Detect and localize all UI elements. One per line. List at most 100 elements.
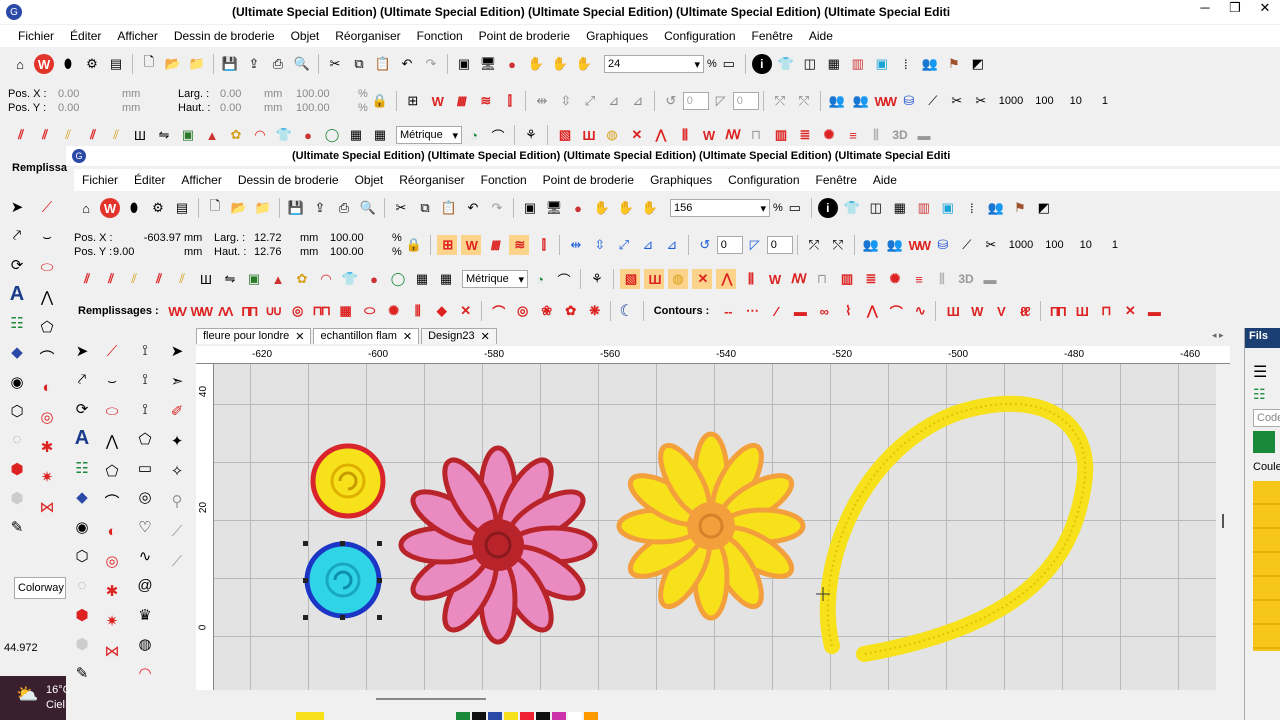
ellipse-icon[interactable]: ⬭ — [34, 254, 60, 280]
shirt-green-icon[interactable]: 👕 — [274, 125, 294, 145]
contour-arc-icon[interactable]: ⌒ — [885, 301, 905, 321]
split-icon[interactable]: ◐ — [34, 374, 60, 400]
hoop-icon[interactable]: ◫ — [800, 54, 820, 74]
inner-cap-icon[interactable]: ◠ — [316, 269, 336, 289]
inner-shirt-green-icon[interactable]: 👕 — [340, 269, 360, 289]
contour-slash-icon[interactable]: ⁄⁄ — [765, 301, 785, 321]
inner-hexagon-red-icon[interactable]: ⬢ — [69, 602, 95, 627]
color-balls-icon[interactable]: ● — [502, 54, 522, 74]
inner-print-icon[interactable]: ⎙ — [334, 198, 354, 218]
align-icon[interactable]: ⊞ — [403, 91, 423, 111]
menu-configuration[interactable]: Configuration — [656, 29, 743, 43]
inner-star-tool-icon[interactable]: ✷ — [99, 608, 125, 634]
select-arrow-icon[interactable]: ➤ — [4, 194, 30, 219]
inner-satin-icon[interactable]: ///// — [485, 235, 505, 255]
contour-teeth-icon[interactable]: ΠΠ — [1047, 301, 1067, 321]
needle-icon[interactable]: ⟋ — [923, 91, 943, 111]
contour-dash-icon[interactable]: - - — [717, 301, 737, 321]
inner-stack-icon[interactable]: ▤ — [172, 198, 192, 218]
flower-tool-icon[interactable]: ✱ — [34, 434, 60, 460]
palette-swatch[interactable] — [520, 712, 534, 720]
node-icon[interactable]: ⋈ — [34, 494, 60, 520]
inner-wave-icon[interactable]: WW — [909, 235, 932, 255]
yellow-daisy-motif[interactable] — [616, 431, 806, 621]
fan-fill-icon[interactable]: ⋀ — [650, 125, 670, 145]
outer-count-1000[interactable]: 1000 — [999, 95, 1023, 107]
wave-icon[interactable]: WW — [875, 91, 898, 111]
inner-ellipse-icon[interactable]: ⬭ — [99, 398, 125, 424]
inner-fan-fill-icon[interactable]: ⋀ — [716, 269, 736, 289]
rows-icon[interactable]: ⫼ — [674, 125, 694, 145]
copy-icon[interactable]: ⧉ — [349, 54, 369, 74]
contour-loop-icon[interactable]: ℓℓ — [1014, 301, 1034, 321]
contour-comb-icon[interactable]: Ш — [1071, 301, 1091, 321]
inner-dotted-grid-icon[interactable]: ⁞ — [962, 198, 982, 218]
inner-menu-objet[interactable]: Objet — [347, 173, 392, 187]
inner-count-10[interactable]: 10 — [1080, 239, 1092, 251]
inner-polygon-icon[interactable]: ⬠ — [99, 458, 125, 484]
inner-menu-fenetre[interactable]: Fenêtre — [808, 173, 865, 187]
minimize-button[interactable]: ─ — [1190, 0, 1220, 16]
trident-icon[interactable]: Ш — [130, 125, 150, 145]
grid-alt-icon[interactable]: ▦ — [370, 125, 390, 145]
menu-dessin-de-broderie[interactable]: Dessin de broderie — [166, 29, 283, 43]
inner-arrange-alt-icon[interactable]: ⤲ — [828, 235, 848, 255]
inner-frame-icon[interactable]: ▣ — [938, 198, 958, 218]
circle-fill-icon[interactable]: ◍ — [602, 125, 622, 145]
outer-scale-y[interactable]: 100.00 — [296, 102, 330, 114]
vertical-scrollbar[interactable] — [1216, 364, 1230, 690]
inner-menu-dessin-de-broderie[interactable]: Dessin de broderie — [230, 173, 347, 187]
contour-wave-icon[interactable]: ∿ — [909, 301, 929, 321]
open-dropdown-icon[interactable]: 📁 — [187, 54, 207, 74]
cap-icon[interactable]: ◠ — [250, 125, 270, 145]
inner-measure-icon[interactable]: ◔ — [530, 269, 550, 289]
inner-scale-x[interactable]: 100.00 — [330, 232, 364, 244]
palette-swatch[interactable] — [456, 712, 470, 720]
inner-x-fill-icon[interactable]: ✕ — [692, 269, 712, 289]
moon-icon[interactable]: ☾ — [617, 301, 637, 321]
properties-icon[interactable]: ▭ — [719, 54, 739, 74]
horizontal-scrollbar[interactable] — [196, 690, 1230, 704]
inner-rows-icon[interactable]: ⫼ — [740, 269, 760, 289]
freehand-icon[interactable]: ∿ — [132, 543, 158, 568]
text-a-icon[interactable]: A — [4, 282, 30, 307]
color-pick-icon[interactable]: ✐ — [164, 398, 190, 424]
tool-gray-icon[interactable]: ⚲ — [164, 488, 190, 514]
draw-line-icon[interactable]: ⟋ — [34, 194, 60, 220]
yellow-satin-curve[interactable] — [819, 395, 1094, 662]
ring-icon[interactable]: ◯ — [322, 125, 342, 145]
inner-gray-fill-icon[interactable]: ⊓ — [812, 269, 832, 289]
fill-w-icon[interactable]: WW — [190, 301, 213, 321]
inner-grid-icon[interactable]: ▦ — [412, 269, 432, 289]
star-icon[interactable]: ✿ — [226, 125, 246, 145]
palette-swatch[interactable] — [488, 712, 502, 720]
contour-thick-icon[interactable]: ▬ — [789, 301, 809, 321]
polygon-icon[interactable]: ⬠ — [34, 314, 60, 340]
stack-lines-icon[interactable]: ≡ — [842, 125, 862, 145]
inner-people-icon[interactable]: 👥 — [986, 198, 1006, 218]
crown-icon[interactable]: ♛ — [132, 602, 158, 627]
menu-fonction[interactable]: Fonction — [409, 29, 471, 43]
inner-outline-fill-icon[interactable]: ⫽ — [124, 269, 144, 289]
inner-rotate-input[interactable]: 0 — [716, 236, 743, 254]
inner-align-icon[interactable]: ⊞ — [436, 235, 457, 255]
skew-alt-icon[interactable]: ⊿ — [628, 91, 648, 111]
grid-view-icon[interactable]: ▦ — [824, 54, 844, 74]
inner-gray-grid-icon[interactable]: ⫼ — [932, 269, 952, 289]
people-icon[interactable]: 👥 — [920, 54, 940, 74]
inner-hand-alt-icon[interactable]: ✋ — [616, 198, 636, 218]
slant-icon[interactable]: ◸ — [711, 91, 731, 111]
tatami-fill-icon[interactable]: ⫽ — [34, 125, 54, 145]
inner-save-icon[interactable]: 💾 — [286, 198, 306, 218]
menu-fenetre[interactable]: Fenêtre — [744, 29, 801, 43]
fill-oval-icon[interactable]: ⬭ — [359, 301, 379, 321]
pen-icon[interactable]: ✎ — [4, 515, 30, 540]
loop-icon[interactable]: ◌ — [4, 427, 30, 452]
palette-swatch[interactable] — [568, 712, 582, 720]
gray-fill-icon[interactable]: ⊓ — [746, 125, 766, 145]
tab-fleure-pour-londre[interactable]: fleure pour londre ✕ — [196, 328, 312, 344]
mirror-h-icon[interactable]: ⇹ — [532, 91, 552, 111]
people-split-icon[interactable]: 👥 — [827, 91, 847, 111]
zigzag-w-icon[interactable]: W — [427, 91, 447, 111]
thread-chart-icon[interactable]: ▥ — [848, 54, 868, 74]
